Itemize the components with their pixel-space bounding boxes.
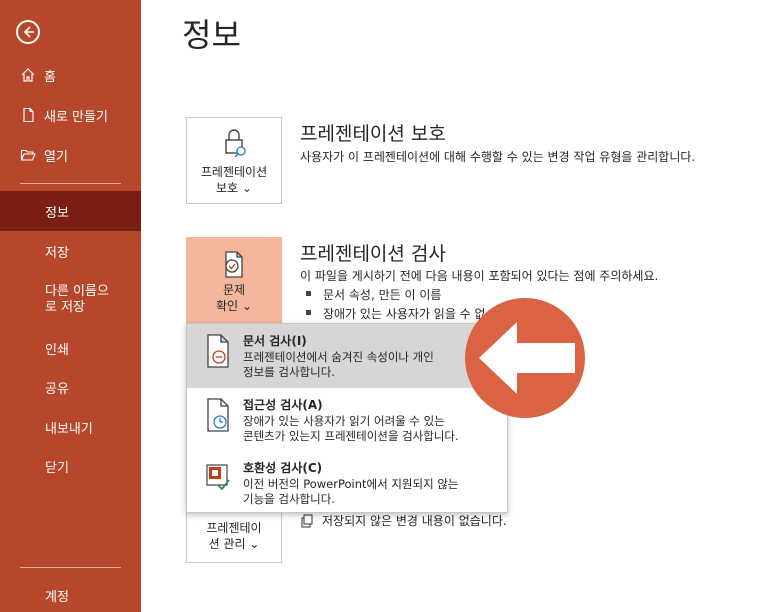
sidebar-item-label: 내보내기 [45,421,93,437]
sidebar-item-label: 열기 [44,149,68,165]
menu-item-check-compatibility[interactable]: 호환성 검사(C) 이전 버전의 PowerPoint에서 지원되지 않는 기능… [187,451,507,513]
menu-item-desc-line: 콘텐츠가 있는지 프레젠테이션을 검사합니다. [243,429,459,443]
menu-item-desc: 이전 버전의 PowerPoint에서 지원되지 않는 기능을 검사합니다. [243,477,503,507]
new-file-icon [23,107,34,123]
menu-item-title: 접근성 검사(A) [243,398,323,412]
check-issues-menu: 문서 검사(I) 프레젠테이션에서 숨겨진 속성이나 개인 정보를 검사합니다.… [186,323,508,513]
sidebar-item-open[interactable]: 열기 [0,135,141,175]
page-title: 정보 [182,16,241,54]
menu-item-desc-line: 이전 버전의 PowerPoint에서 지원되지 않는 [243,477,459,491]
home-icon [21,68,35,82]
sidebar-item-label: 닫기 [45,460,69,476]
sidebar-item-label: 홈 [44,69,56,85]
sidebar-item-new[interactable]: 새로 만들기 [0,95,141,135]
menu-item-desc: 프레젠테이션에서 숨겨진 속성이나 개인 정보를 검사합니다. [243,350,503,380]
menu-item-inspect-document[interactable]: 문서 검사(I) 프레젠테이션에서 숨겨진 속성이나 개인 정보를 검사합니다. [187,324,507,388]
tile-label-line: 보호 ⌄ [216,181,252,195]
manage-section-desc: 저장되지 않은 변경 내용이 없습니다. [300,512,507,529]
menu-item-desc-line: 기능을 검사합니다. [243,492,335,506]
inspect-section-desc: 이 파일을 게시하기 전에 다음 내용이 포함되어 있다는 점에 주의하세요. [300,269,659,283]
tile-label-line: 프레젠테이션 [200,165,268,179]
check-issues-button[interactable]: 문제 확인 ⌄ [186,237,282,327]
back-arrow-icon [23,26,34,38]
sidebar-divider [20,183,121,184]
sidebar-item-info[interactable]: 정보 [0,191,141,231]
menu-item-title: 문서 검사(I) [243,334,307,348]
sidebar-item-account[interactable]: 계정 [0,575,141,612]
sidebar-item-label: 인쇄 [45,342,69,358]
tile-label-line: 문제 [222,283,246,297]
inspect-document-icon [207,334,229,368]
sidebar-item-label: 새로 만들기 [44,109,108,125]
sidebar-item-print[interactable]: 인쇄 [0,328,141,368]
folder-open-icon [20,149,36,161]
sidebar-item-label: 계정 [45,589,69,605]
manage-desc-text: 저장되지 않은 변경 내용이 없습니다. [322,514,507,528]
menu-item-desc-line: 장애가 있는 사용자가 읽기 어려울 수 있는 [243,414,445,428]
backstage-sidebar: 홈 새로 만들기 열기 정보 저장 다른 이름으로 저장 인쇄 공유 내보내기 … [0,0,141,612]
menu-item-desc: 장애가 있는 사용자가 읽기 어려울 수 있는 콘텐츠가 있는지 프레젠테이션을… [243,414,503,444]
inspect-bullet: 문서 속성, 만든 이 이름 [306,286,441,303]
sidebar-item-save-as[interactable]: 다른 이름으로 저장 [0,278,141,322]
sidebar-item-close[interactable]: 닫기 [0,446,141,486]
menu-item-desc-line: 프레젠테이션에서 숨겨진 속성이나 개인 [243,350,434,364]
pointer-arrow-overlay [465,298,585,418]
sidebar-item-label: 정보 [45,205,69,221]
inspect-bullet: 장애가 있는 사용자가 읽을 수 없 [306,305,486,322]
back-button[interactable] [16,20,40,44]
tile-label-line: 션 관리 ⌄ [208,537,260,551]
sidebar-item-label: 다른 이름으로 저장 [45,284,109,315]
tile-label-line: 프레젠테이 [206,521,262,535]
protect-section-desc: 사용자가 이 프레젠테이션에 대해 수행할 수 있는 변경 작업 유형을 관리합… [300,150,696,164]
lock-icon [225,129,246,158]
sidebar-item-share[interactable]: 공유 [0,367,141,407]
bullet-text: 장애가 있는 사용자가 읽을 수 없 [323,307,486,321]
protect-section-title: 프레젠테이션 보호 [300,123,446,145]
tile-label-line: 확인 ⌄ [216,299,252,313]
sidebar-divider [20,567,121,568]
check-document-icon [225,251,243,278]
protect-presentation-button[interactable]: 프레젠테이션 보호 ⌄ [186,117,282,204]
menu-item-title: 호환성 검사(C) [243,461,323,475]
left-arrow-icon [479,322,575,394]
sidebar-item-export[interactable]: 내보내기 [0,407,141,447]
sidebar-item-label: 공유 [45,381,69,397]
sidebar-item-home[interactable]: 홈 [0,55,141,95]
document-icon [301,513,313,528]
accessibility-icon [207,398,229,432]
sidebar-item-label: 저장 [45,245,69,261]
compatibility-icon [206,464,230,491]
bullet-text: 문서 속성, 만든 이 이름 [323,288,442,302]
inspect-section-title: 프레젠테이션 검사 [300,243,446,265]
menu-item-check-accessibility[interactable]: 접근성 검사(A) 장애가 있는 사용자가 읽기 어려울 수 있는 콘텐츠가 있… [187,388,507,451]
sidebar-item-save[interactable]: 저장 [0,231,141,271]
menu-item-desc-line: 정보를 검사합니다. [243,365,335,379]
